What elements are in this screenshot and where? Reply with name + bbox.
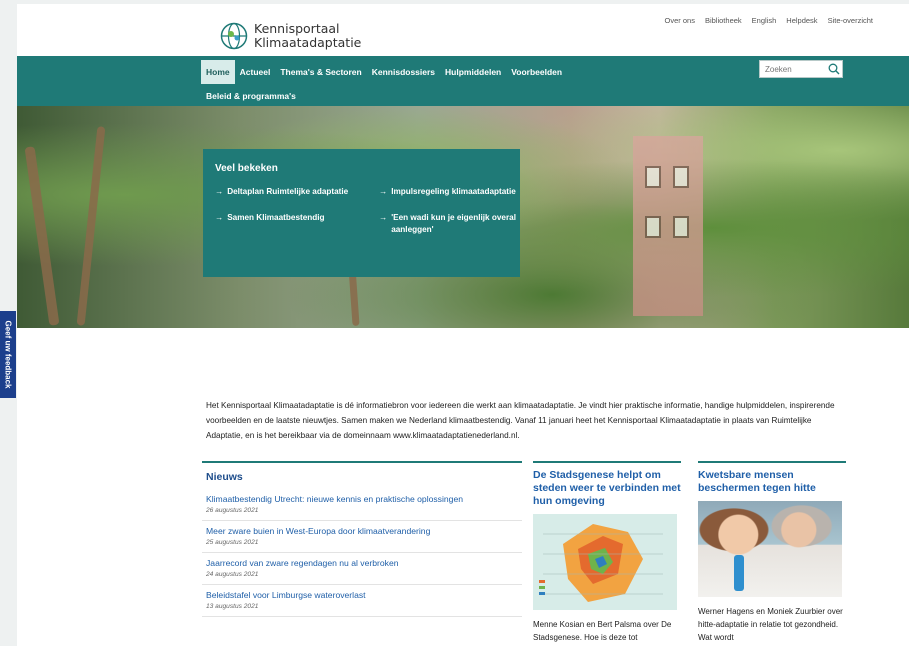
- house-facade: [633, 136, 703, 316]
- news-link[interactable]: Beleidstafel voor Limburgse wateroverlas…: [206, 589, 518, 601]
- feature-title[interactable]: De Stadsgenese helpt om steden weer te v…: [533, 469, 681, 508]
- logo-text: Kennisportaal Klimaatadaptatie: [254, 22, 361, 50]
- list-item: Meer zware buien in West-Europa door kli…: [202, 521, 522, 553]
- veel-bekeken-link[interactable]: → Deltaplan Ruimtelijke adaptatie: [215, 186, 379, 198]
- feature-image-map[interactable]: [533, 514, 677, 610]
- water-bottle: [734, 555, 744, 591]
- nav-item-kennisdossiers[interactable]: Kennisdossiers: [367, 60, 440, 84]
- news-date: 13 augustus 2021: [206, 603, 259, 610]
- list-item: Jaarrecord van zware regendagen nu al ve…: [202, 553, 522, 585]
- veel-bekeken-link-text: Deltaplan Ruimtelijke adaptatie: [227, 187, 349, 196]
- window: [645, 216, 661, 238]
- nav-item-hulpmiddelen[interactable]: Hulpmiddelen: [440, 60, 506, 84]
- veel-bekeken-panel: Veel bekeken → Deltaplan Ruimtelijke adap…: [203, 149, 520, 277]
- veel-bekeken-link-text: Impulsregeling klimaatadaptatie: [391, 187, 516, 196]
- util-link-helpdesk[interactable]: Helpdesk: [786, 16, 817, 25]
- veel-bekeken-title: Veel bekeken: [215, 163, 278, 174]
- news-section: Nieuws Klimaatbestendig Utrecht: nieuwe …: [202, 461, 522, 617]
- list-item: Klimaatbestendig Utrecht: nieuwe kennis …: [202, 489, 522, 521]
- feature-text: Menne Kosian en Bert Palsma over De Stad…: [533, 620, 672, 642]
- news-link[interactable]: Klimaatbestendig Utrecht: nieuwe kennis …: [206, 493, 518, 505]
- feature-stadsgenese: De Stadsgenese helpt om steden weer te v…: [533, 461, 681, 644]
- list-item: Beleidstafel voor Limburgse wateroverlas…: [202, 585, 522, 617]
- tree-trunk: [24, 146, 60, 326]
- map-illustration: [539, 524, 663, 602]
- feature-image-photo[interactable]: [698, 501, 842, 597]
- nav-item-themas-sectoren[interactable]: Thema's & Sectoren: [275, 60, 366, 84]
- page: Kennisportaal Klimaatadaptatie Over ons …: [17, 4, 909, 646]
- veel-bekeken-link[interactable]: → Impulsregeling klimaatadaptatie: [379, 186, 519, 198]
- feedback-button[interactable]: Geef uw feedback: [0, 311, 16, 398]
- intro-text: Het Kennisportaal Klimaatadaptatie is dé…: [206, 401, 835, 440]
- nav-row-2: Beleid & programma's: [201, 86, 301, 105]
- news-date: 26 augustus 2021: [206, 507, 259, 514]
- veel-bekeken-link-text: Samen Klimaatbestendig: [227, 213, 325, 222]
- logo-line2: Klimaatadaptatie: [254, 35, 362, 50]
- news-link[interactable]: Jaarrecord van zware regendagen nu al ve…: [206, 557, 518, 569]
- feature-text: Werner Hagens en Moniek Zuurbier over hi…: [698, 607, 843, 642]
- site-logo[interactable]: Kennisportaal Klimaatadaptatie: [220, 22, 361, 50]
- veel-bekeken-link[interactable]: → Samen Klimaatbestendig: [215, 212, 379, 236]
- search-icon[interactable]: [827, 62, 841, 76]
- arrow-right-icon: →: [215, 187, 224, 196]
- nav-row: Home Actueel Thema's & Sectoren Kennisdo…: [201, 60, 567, 84]
- utility-nav: Over ons Bibliotheek English Helpdesk Si…: [665, 16, 873, 25]
- feedback-label: Geef uw feedback: [3, 320, 13, 389]
- util-link-over-ons[interactable]: Over ons: [665, 16, 695, 25]
- logo-globe-icon: [220, 22, 248, 50]
- veel-bekeken-link-text: 'Een wadi kun je eigenlijk overal aanleg…: [391, 213, 516, 234]
- window: [645, 166, 661, 188]
- veel-bekeken-links: → Deltaplan Ruimtelijke adaptatie → Impuls…: [215, 186, 516, 236]
- veel-bekeken-link[interactable]: → 'Een wadi kun je eigenlijk overal aanle…: [379, 212, 519, 236]
- window: [673, 166, 689, 188]
- news-link[interactable]: Meer zware buien in West-Europa door kli…: [206, 525, 518, 537]
- nav-item-beleid-programmas[interactable]: Beleid & programma's: [201, 87, 301, 105]
- arrow-right-icon: →: [379, 187, 388, 196]
- search-input[interactable]: [760, 64, 827, 74]
- nav-item-voorbeelden[interactable]: Voorbeelden: [506, 60, 567, 84]
- util-link-bibliotheek[interactable]: Bibliotheek: [705, 16, 742, 25]
- logo-line1: Kennisportaal: [254, 21, 340, 36]
- util-link-site-overzicht[interactable]: Site-overzicht: [828, 16, 873, 25]
- search-box: [759, 60, 843, 78]
- window: [673, 216, 689, 238]
- arrow-right-icon: →: [215, 213, 224, 222]
- main-nav: Home Actueel Thema's & Sectoren Kennisdo…: [17, 56, 909, 106]
- nav-item-home[interactable]: Home: [201, 60, 235, 84]
- news-heading: Nieuws: [206, 471, 243, 483]
- news-date: 24 augustus 2021: [206, 571, 259, 578]
- nav-item-actueel[interactable]: Actueel: [235, 60, 276, 84]
- feature-hitte: Kwetsbare mensen beschermen tegen hitte …: [698, 461, 846, 644]
- tree-trunk: [76, 126, 106, 326]
- feature-title[interactable]: Kwetsbare mensen beschermen tegen hitte: [698, 469, 846, 495]
- news-date: 25 augustus 2021: [206, 539, 259, 546]
- util-link-english[interactable]: English: [752, 16, 777, 25]
- arrow-right-icon: →: [379, 213, 388, 222]
